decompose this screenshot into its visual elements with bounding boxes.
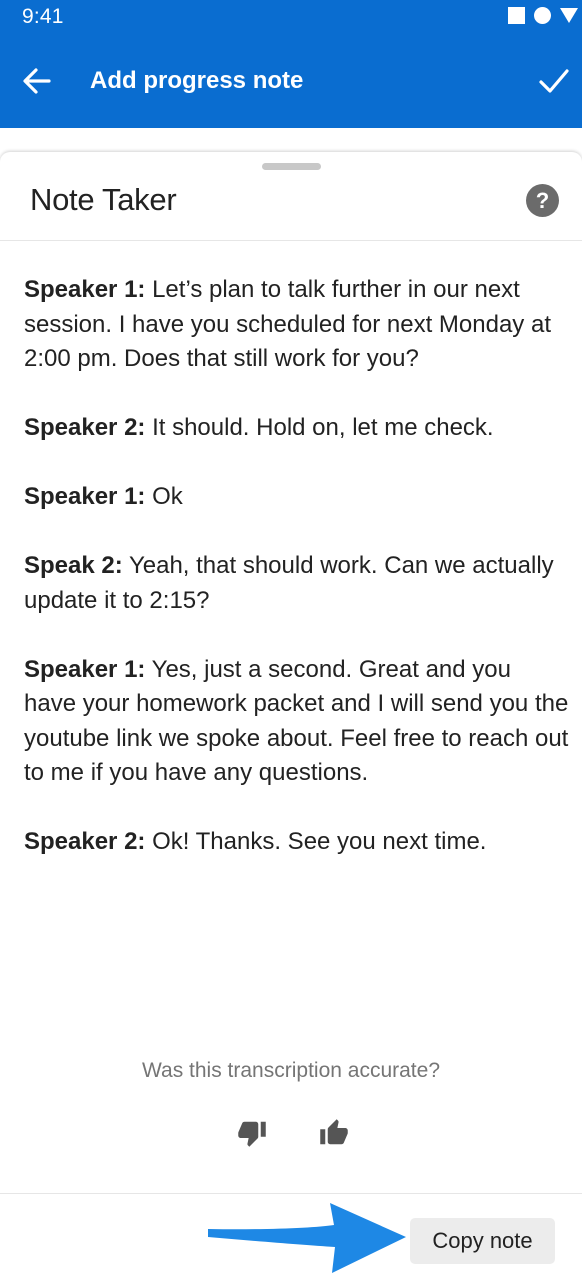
checkmark-icon[interactable]: [538, 66, 570, 96]
speaker-label: Speak 2:: [24, 552, 123, 579]
home-status-icon: [534, 7, 551, 24]
transcript-turn: Speaker 1: Yes, just a second. Great and…: [24, 653, 569, 791]
utterance-text: Ok: [145, 483, 183, 510]
transcript: Speaker 1: Let’s plan to talk further in…: [24, 273, 569, 894]
speaker-label: Speaker 1:: [24, 655, 146, 683]
feedback-question: Was this transcription accurate?: [141, 1059, 440, 1082]
transcript-turn: Speaker 1: Let’s plan to talk further in…: [24, 273, 569, 377]
back-arrow-icon[interactable]: [22, 66, 52, 96]
speaker-label: Speaker 2:: [24, 828, 146, 855]
status-time: 9:41: [22, 5, 64, 28]
thumbs-down-icon[interactable]: [236, 1118, 268, 1148]
header-divider: [0, 240, 582, 241]
back-status-icon: [560, 8, 578, 23]
annotation-arrow-icon: [208, 1203, 406, 1273]
transcript-turn: Speaker 2: Ok! Thanks. See you next time…: [24, 825, 569, 860]
app-bar: 9:41 Add progress note: [0, 0, 582, 128]
utterance-text: Ok! Thanks. See you next time.: [145, 828, 487, 855]
utterance-text: It should. Hold on, let me check.: [145, 414, 494, 441]
transcript-turn: Speaker 1: Ok: [24, 480, 569, 515]
footer-divider: [0, 1193, 582, 1194]
thumbs-up-icon[interactable]: [318, 1118, 350, 1148]
speaker-label: Speaker 1:: [24, 483, 146, 510]
sheet-title: Note Taker: [30, 182, 177, 217]
recents-status-icon: [508, 7, 525, 24]
help-icon[interactable]: ?: [526, 184, 559, 217]
note-taker-sheet: Note Taker ? Speaker 1: Let’s plan to ta…: [0, 152, 582, 1276]
transcript-turn: Speaker 2: It should. Hold on, let me ch…: [24, 411, 569, 446]
speaker-label: Speaker 2:: [24, 414, 146, 441]
copy-note-button[interactable]: Copy note: [410, 1218, 555, 1264]
speaker-label: Speaker 1:: [24, 276, 146, 303]
transcript-turn: Speak 2: Yeah, that should work. Can we …: [24, 549, 569, 618]
page-title: Add progress note: [90, 67, 304, 94]
drag-handle[interactable]: [262, 163, 321, 170]
